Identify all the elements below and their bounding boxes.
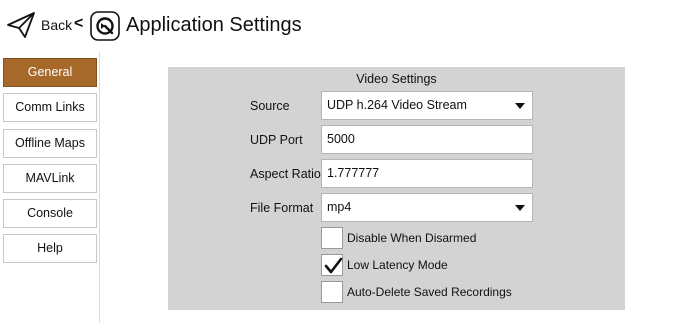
qgc-logo-icon xyxy=(90,11,120,41)
page-title: Application Settings xyxy=(126,14,302,36)
checkbox-box[interactable] xyxy=(321,254,343,276)
back-button[interactable]: Back xyxy=(41,17,72,33)
sidebar-item-mavlink[interactable]: MAVLink xyxy=(3,164,97,193)
video-settings-panel: Video Settings Source UDP h.264 Video St… xyxy=(168,67,625,310)
udp-port-input[interactable]: 5000 xyxy=(321,125,533,154)
checkbox-box[interactable] xyxy=(321,227,343,249)
disable-when-disarmed-checkbox[interactable]: Disable When Disarmed xyxy=(321,227,521,249)
back-chevron-icon[interactable]: < xyxy=(74,15,83,33)
header-bar: Back < Application Settings xyxy=(0,0,688,52)
sidebar-item-console[interactable]: Console xyxy=(3,199,97,228)
file-format-dropdown[interactable]: mp4 xyxy=(321,193,533,222)
auto-delete-saved-recordings-label: Auto-Delete Saved Recordings xyxy=(347,285,512,299)
settings-sidebar: General Comm Links Offline Maps MAVLink … xyxy=(0,52,100,323)
chevron-down-icon xyxy=(515,205,525,211)
source-value: UDP h.264 Video Stream xyxy=(327,98,467,112)
video-settings-title: Video Settings xyxy=(356,72,437,86)
chevron-down-icon xyxy=(515,103,525,109)
file-format-label: File Format xyxy=(250,201,314,215)
source-dropdown[interactable]: UDP h.264 Video Stream xyxy=(321,91,533,120)
disable-when-disarmed-label: Disable When Disarmed xyxy=(347,231,477,245)
source-label: Source xyxy=(250,99,290,113)
sidebar-item-offline-maps[interactable]: Offline Maps xyxy=(3,129,97,158)
paper-plane-icon[interactable] xyxy=(6,10,36,40)
udp-port-label: UDP Port xyxy=(250,133,303,147)
aspect-ratio-label: Aspect Ratio xyxy=(250,167,321,181)
aspect-ratio-input[interactable]: 1.777777 xyxy=(321,159,533,188)
checkmark-icon xyxy=(324,257,343,274)
sidebar-item-general[interactable]: General xyxy=(3,58,97,87)
low-latency-mode-checkbox[interactable]: Low Latency Mode xyxy=(321,254,521,276)
sidebar-item-help[interactable]: Help xyxy=(3,234,97,263)
auto-delete-saved-recordings-checkbox[interactable]: Auto-Delete Saved Recordings xyxy=(321,281,541,303)
low-latency-mode-label: Low Latency Mode xyxy=(347,258,448,272)
sidebar-item-comm-links[interactable]: Comm Links xyxy=(3,93,97,122)
file-format-value: mp4 xyxy=(327,200,352,214)
checkbox-box[interactable] xyxy=(321,281,343,303)
